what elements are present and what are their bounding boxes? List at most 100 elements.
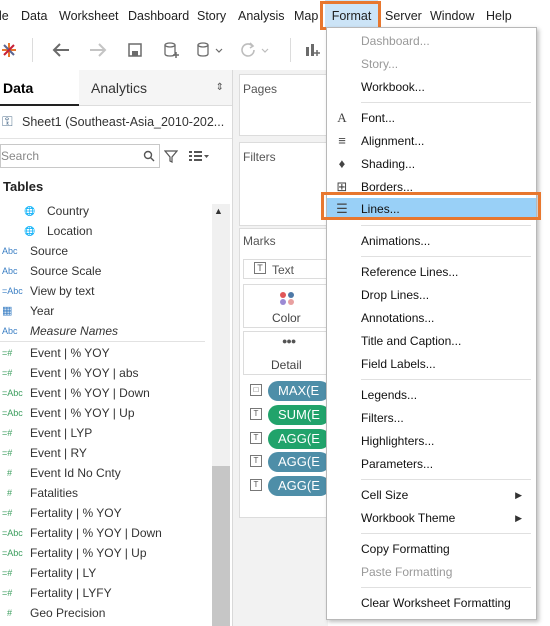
field-event-yoy[interactable]: =# Event | % YOY [0,343,214,363]
data-source-row[interactable]: ⚿ Sheet1 (Southeast-Asia_2010-202... [0,106,232,139]
field-fertality-lyfy[interactable]: =# Fertality | LYFY [0,583,214,603]
menu-item-alignment[interactable]: ≡ Alignment... [327,130,536,152]
menu-item-legends[interactable]: Legends... [327,384,536,406]
search-field[interactable]: Search [0,144,160,168]
menu-item-font[interactable]: A Font... [327,107,536,129]
globe-icon: 🌐 [24,206,36,216]
detail-button[interactable]: ●●● Detail [243,331,328,375]
field-fertality-yoy[interactable]: =# Fertality | % YOY [0,503,214,523]
menu-item-story[interactable]: Story... [327,53,536,75]
field-fertality-ly[interactable]: =# Fertality | LY [0,563,214,583]
pause-updates-icon[interactable] [194,37,224,63]
field-geo-precision[interactable]: # Geo Precision [0,603,214,623]
text-mark-icon[interactable]: T [250,432,262,444]
field-view-by-text[interactable]: =Abc View by text [0,281,214,301]
text-mark-icon[interactable]: T [250,479,262,491]
calc-abc-icon: =Abc [2,548,23,558]
field-event-yoy-up[interactable]: =Abc Event | % YOY | Up [0,403,214,423]
field-country[interactable]: 🌐 Country [0,201,214,221]
new-data-source-icon[interactable] [158,37,184,63]
field-source-scale[interactable]: Abc Source Scale [0,261,214,281]
field-label: Fertality | LY [30,566,97,580]
field-label: Fertality | % YOY | Up [30,546,147,560]
scroll-up-icon[interactable]: ▲ [214,206,223,216]
pill-agg-2[interactable]: AGG(E [268,452,330,472]
text-mark-icon[interactable]: T [250,408,262,420]
tab-data[interactable]: Data [0,70,79,106]
color-button[interactable]: Color [243,284,328,328]
menu-file[interactable]: le [0,0,9,30]
undo-icon[interactable] [48,37,74,63]
field-event-id-no-cnty[interactable]: # Event Id No Cnty [0,463,214,483]
text-mark-icon: T [254,262,266,274]
field-label: Event | % YOY [30,346,110,360]
menu-window[interactable]: Window [430,0,474,30]
refresh-icon[interactable] [238,37,272,63]
menu-item-copy-formatting[interactable]: Copy Formatting [327,538,536,560]
menu-item-clear-formatting[interactable]: Clear Worksheet Formatting [327,592,536,614]
field-fatalities[interactable]: # Fatalities [0,483,214,503]
menu-story[interactable]: Story [197,0,226,30]
menu-dashboard[interactable]: Dashboard [128,0,189,30]
field-event-yoy-down[interactable]: =Abc Event | % YOY | Down [0,383,214,403]
redo-icon[interactable] [85,37,111,63]
tab-analytics[interactable]: Analytics ⇕ [79,70,232,106]
pill-agg-3[interactable]: AGG(E [268,476,330,496]
data-pane: Data Analytics ⇕ ⚿ Sheet1 (Southeast-Asi… [0,70,233,626]
menu-separator [361,225,531,226]
menu-item-reference-lines[interactable]: Reference Lines... [327,261,536,283]
menu-item-field-labels[interactable]: Field Labels... [327,353,536,375]
menu-item-parameters[interactable]: Parameters... [327,453,536,475]
filter-icon[interactable] [164,149,178,163]
save-icon[interactable] [122,37,148,63]
tableau-logo-icon[interactable] [0,37,18,63]
mark-type-dropdown[interactable]: T Text [243,259,328,279]
calc-measure-icon: =# [2,508,13,518]
menu-item-paste-formatting[interactable]: Paste Formatting [327,561,536,583]
text-mark-icon[interactable]: T [250,455,262,467]
menu-separator [361,379,531,380]
field-year[interactable]: ▦ Year [0,301,214,321]
field-event-lyp[interactable]: =# Event | LYP [0,423,214,443]
field-event-yoy-abs[interactable]: =# Event | % YOY | abs [0,363,214,383]
menu-item-workbook-theme[interactable]: Workbook Theme ▶ [327,507,536,529]
scrollbar-thumb[interactable] [212,466,230,626]
filters-label: Filters [243,150,276,164]
menu-analysis[interactable]: Analysis [238,0,285,30]
menu-item-annotations[interactable]: Annotations... [327,307,536,329]
field-event-ry[interactable]: =# Event | RY [0,443,214,463]
pill-agg-1[interactable]: AGG(E [268,429,330,449]
menu-item-dashboard[interactable]: Dashboard... [327,30,536,52]
search-icon[interactable] [143,150,155,162]
calc-measure-icon: =# [2,348,13,358]
menu-item-drop-lines[interactable]: Drop Lines... [327,284,536,306]
menu-item-cell-size[interactable]: Cell Size ▶ [327,484,536,506]
menu-help[interactable]: Help [486,0,512,30]
menu-server[interactable]: Server [385,0,422,30]
tooltip-icon[interactable]: □ [250,384,262,396]
menu-worksheet[interactable]: Worksheet [59,0,119,30]
view-options-icon[interactable] [188,149,210,163]
menu-item-animations[interactable]: Animations... [327,230,536,252]
field-fertality-yoy-up[interactable]: =Abc Fertality | % YOY | Up [0,543,214,563]
menu-item-highlighters[interactable]: Highlighters... [327,430,536,452]
pane-menu-icon[interactable]: ⇕ [216,70,224,106]
field-source[interactable]: Abc Source [0,241,214,261]
menu-item-shading[interactable]: ♦ Shading... [327,153,536,175]
menu-data[interactable]: Data [21,0,47,30]
field-fertality-yoy-down[interactable]: =Abc Fertality | % YOY | Down [0,523,214,543]
field-location[interactable]: 🌐 Location [0,221,214,241]
pill-max[interactable]: MAX(E [268,381,330,401]
menu-map[interactable]: Map [294,0,318,30]
menu-item-workbook[interactable]: Workbook... [327,76,536,98]
menu-item-filters[interactable]: Filters... [327,407,536,429]
field-label: Event | RY [30,446,87,460]
field-measure-names[interactable]: Abc Measure Names [0,321,214,341]
calc-abc-icon: =Abc [2,286,23,296]
field-label: View by text [30,284,95,298]
pill-sum[interactable]: SUM(E [268,405,330,425]
tab-analytics-label: Analytics [91,80,148,96]
new-worksheet-icon[interactable] [302,37,324,63]
menu-item-title-caption[interactable]: Title and Caption... [327,330,536,352]
color-icon [280,292,294,305]
